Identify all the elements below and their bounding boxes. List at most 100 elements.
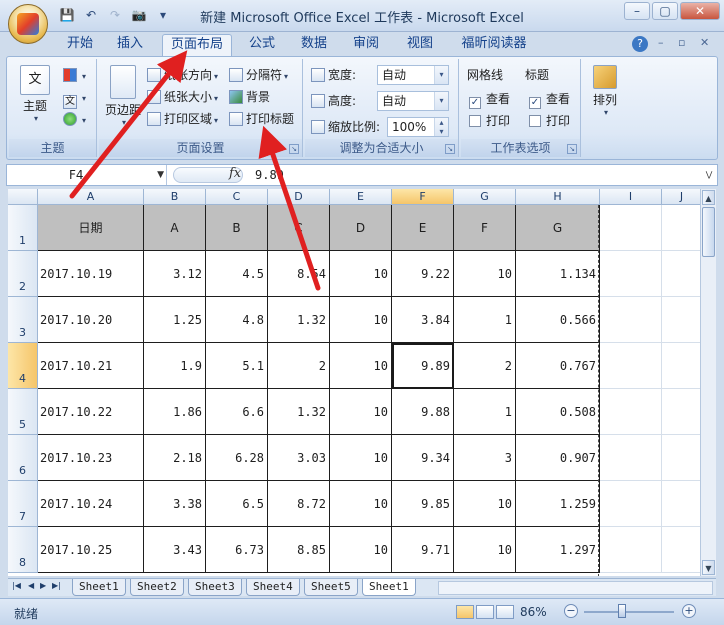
print-area-button[interactable]: 打印区域 ▾ bbox=[147, 109, 218, 129]
table-cell[interactable]: 9.85 bbox=[392, 481, 454, 527]
print-titles-button[interactable]: 打印标题 bbox=[229, 109, 294, 129]
zoom-slider-knob[interactable] bbox=[618, 604, 626, 618]
minimize-button[interactable]: – bbox=[624, 2, 650, 20]
insert-function-icon[interactable]: fx bbox=[229, 166, 241, 181]
ribbon-restore-icon[interactable]: ▫ bbox=[678, 36, 685, 49]
table-cell[interactable]: 10 bbox=[454, 481, 516, 527]
row-header-5[interactable]: 5 bbox=[8, 389, 38, 435]
gridlines-view-checkbox[interactable]: ✓ 查看 bbox=[469, 89, 510, 109]
scroll-up-icon[interactable]: ▲ bbox=[702, 190, 715, 205]
table-cell[interactable]: 10 bbox=[330, 297, 392, 343]
table-header-cell[interactable]: C bbox=[268, 205, 330, 251]
expand-formula-icon[interactable]: ⋁ bbox=[703, 167, 715, 183]
table-cell[interactable]: 6.5 bbox=[206, 481, 268, 527]
table-cell[interactable]: 3.03 bbox=[268, 435, 330, 481]
table-cell[interactable]: 0.566 bbox=[516, 297, 600, 343]
tab-data[interactable]: 数据 bbox=[292, 34, 336, 56]
scroll-down-icon[interactable]: ▼ bbox=[702, 560, 715, 575]
table-cell[interactable]: 10 bbox=[330, 527, 392, 573]
tab-view[interactable]: 视图 bbox=[398, 34, 442, 56]
table-header-cell[interactable]: E bbox=[392, 205, 454, 251]
sheet-tab-3[interactable]: Sheet3 bbox=[188, 579, 242, 596]
row-header-4[interactable]: 4 bbox=[8, 343, 38, 389]
column-header-G[interactable]: G bbox=[454, 189, 516, 205]
table-cell[interactable]: 1.32 bbox=[268, 297, 330, 343]
sheet-options-launcher-icon[interactable]: ↘ bbox=[567, 144, 577, 154]
headings-print-checkbox[interactable]: 打印 bbox=[529, 111, 570, 131]
table-cell[interactable]: 2017.10.20 bbox=[38, 297, 144, 343]
table-cell[interactable]: 1.134 bbox=[516, 251, 600, 297]
tab-page-layout[interactable]: 页面布局 bbox=[162, 34, 232, 56]
select-all-corner[interactable] bbox=[8, 189, 38, 205]
table-header-cell[interactable]: D bbox=[330, 205, 392, 251]
name-box[interactable]: F4 ▼ bbox=[7, 165, 167, 185]
zoom-in-button[interactable]: + bbox=[682, 604, 696, 618]
row-header-6[interactable]: 6 bbox=[8, 435, 38, 481]
table-cell[interactable]: 10 bbox=[330, 435, 392, 481]
table-cell[interactable]: 3 bbox=[454, 435, 516, 481]
table-cell[interactable]: 5.1 bbox=[206, 343, 268, 389]
table-header-cell[interactable]: G bbox=[516, 205, 600, 251]
table-cell[interactable]: 10 bbox=[454, 251, 516, 297]
table-cell[interactable]: 2017.10.19 bbox=[38, 251, 144, 297]
theme-fonts-button[interactable]: 文 ▾ bbox=[63, 87, 86, 109]
margins-button[interactable]: 页边距 ▾ bbox=[101, 65, 145, 127]
table-cell[interactable]: 8.85 bbox=[268, 527, 330, 573]
table-cell[interactable]: 8.72 bbox=[268, 481, 330, 527]
formula-input[interactable]: 9.89 bbox=[255, 165, 284, 185]
row-header-7[interactable]: 7 bbox=[8, 481, 38, 527]
table-cell[interactable]: 9.22 bbox=[392, 251, 454, 297]
theme-colors-button[interactable]: ▾ bbox=[63, 65, 86, 85]
table-header-cell[interactable]: B bbox=[206, 205, 268, 251]
table-cell[interactable]: 2017.10.23 bbox=[38, 435, 144, 481]
row-header-3[interactable]: 3 bbox=[8, 297, 38, 343]
normal-view-icon[interactable] bbox=[456, 605, 474, 619]
ribbon-close-icon[interactable]: ✕ bbox=[700, 36, 709, 49]
headings-view-checkbox[interactable]: ✓ 查看 bbox=[529, 89, 570, 109]
tab-insert[interactable]: 插入 bbox=[108, 34, 152, 56]
table-header-cell[interactable]: F bbox=[454, 205, 516, 251]
table-cell[interactable]: 1 bbox=[454, 297, 516, 343]
column-header-I[interactable]: I bbox=[600, 189, 662, 205]
breaks-button[interactable]: 分隔符 ▾ bbox=[229, 65, 288, 85]
row-header-8[interactable]: 8 bbox=[8, 527, 38, 573]
table-cell[interactable]: 0.907 bbox=[516, 435, 600, 481]
row-header-1[interactable]: 1 bbox=[8, 205, 38, 251]
first-sheet-icon[interactable]: |◀ bbox=[12, 581, 21, 590]
table-cell[interactable]: 1.259 bbox=[516, 481, 600, 527]
column-header-D[interactable]: D bbox=[268, 189, 330, 205]
table-cell[interactable]: 9.89 bbox=[392, 343, 454, 389]
table-cell[interactable]: 2017.10.22 bbox=[38, 389, 144, 435]
office-button[interactable] bbox=[8, 4, 48, 44]
sheet-tab-4[interactable]: Sheet4 bbox=[246, 579, 300, 596]
table-cell[interactable]: 2017.10.21 bbox=[38, 343, 144, 389]
table-cell[interactable]: 2.18 bbox=[144, 435, 206, 481]
tab-foxit-reader[interactable]: 福昕阅读器 bbox=[454, 34, 534, 56]
prev-sheet-icon[interactable]: ◀ bbox=[28, 581, 34, 590]
height-select[interactable]: 自动 ▾ bbox=[377, 91, 449, 111]
width-select[interactable]: 自动 ▾ bbox=[377, 65, 449, 85]
sheet-tab-5[interactable]: Sheet5 bbox=[304, 579, 358, 596]
table-cell[interactable]: 3.38 bbox=[144, 481, 206, 527]
table-cell[interactable]: 6.73 bbox=[206, 527, 268, 573]
table-cell[interactable]: 10 bbox=[330, 251, 392, 297]
scale-spinner[interactable]: 100% ▴ ▾ bbox=[387, 117, 449, 137]
table-header-cell[interactable]: 日期 bbox=[38, 205, 144, 251]
table-cell[interactable]: 2 bbox=[454, 343, 516, 389]
gridlines-print-checkbox[interactable]: 打印 bbox=[469, 111, 510, 131]
table-cell[interactable]: 1.297 bbox=[516, 527, 600, 573]
table-cell[interactable]: 10 bbox=[330, 343, 392, 389]
close-button[interactable]: ✕ bbox=[680, 2, 720, 20]
table-cell[interactable]: 0.767 bbox=[516, 343, 600, 389]
vertical-scrollbar[interactable]: ▲ ▼ bbox=[700, 189, 716, 576]
table-cell[interactable]: 1.32 bbox=[268, 389, 330, 435]
sheet-tab-2[interactable]: Sheet2 bbox=[130, 579, 184, 596]
tab-home[interactable]: 开始 bbox=[58, 34, 102, 56]
theme-effects-button[interactable]: ▾ bbox=[63, 109, 86, 129]
column-header-J[interactable]: J bbox=[662, 189, 700, 205]
table-cell[interactable]: 1.9 bbox=[144, 343, 206, 389]
ribbon-minimize-icon[interactable]: – bbox=[658, 36, 664, 49]
table-cell[interactable]: 1.86 bbox=[144, 389, 206, 435]
sheet-tab-1[interactable]: Sheet1 bbox=[72, 579, 126, 596]
table-cell[interactable]: 2 bbox=[268, 343, 330, 389]
